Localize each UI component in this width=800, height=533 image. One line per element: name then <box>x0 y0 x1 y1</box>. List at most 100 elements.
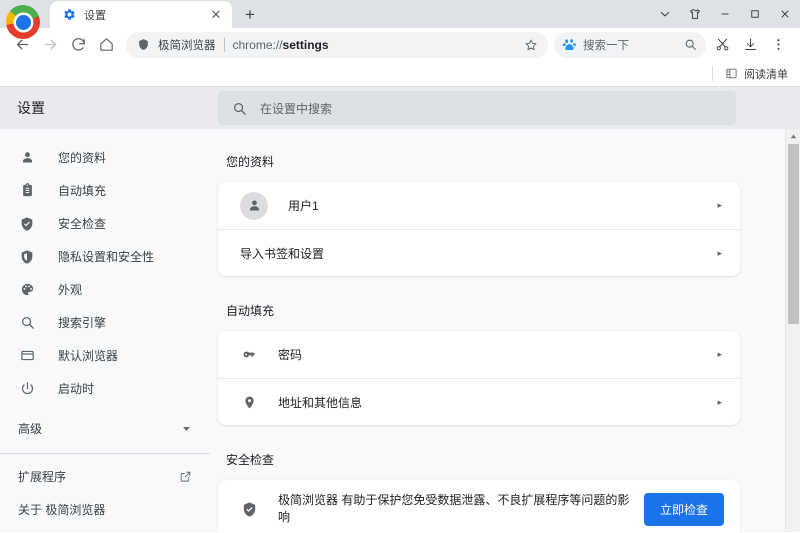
search-engine-box[interactable]: 搜索一下 <box>554 32 706 58</box>
bookmark-bar: 阅读清单 <box>0 61 800 87</box>
minimize-button[interactable] <box>710 0 740 28</box>
address-bar[interactable]: 极简浏览器 chrome://settings <box>126 32 548 58</box>
sidebar-item-search-engine[interactable]: 搜索引擎 <box>0 306 210 339</box>
sidebar-item-about[interactable]: 关于 极简浏览器 <box>0 493 210 526</box>
power-icon <box>18 380 36 398</box>
tab-title: 设置 <box>84 7 208 23</box>
tab-settings[interactable]: 设置 ✕ <box>50 1 232 28</box>
browser-logo <box>0 0 46 28</box>
bookmark-star-icon[interactable] <box>520 34 542 56</box>
sidebar-item-default-browser[interactable]: 默认浏览器 <box>0 339 210 372</box>
row-label: 导入书签和设置 <box>240 245 324 262</box>
sidebar-item-label: 外观 <box>58 281 82 298</box>
reload-button[interactable] <box>64 31 92 59</box>
sidebar-item-label: 您的资料 <box>58 149 106 166</box>
row-label: 用户1 <box>288 197 319 214</box>
person-icon <box>18 149 36 167</box>
row-user[interactable]: 用户1 ▸ <box>218 182 740 229</box>
safety-check-row: 极简浏览器 有助于保护您免受数据泄露、不良扩展程序等问题的影响 立即检查 <box>218 480 740 532</box>
shield-check-icon <box>18 215 36 233</box>
section-title: 您的资料 <box>226 153 740 170</box>
forward-button[interactable] <box>36 31 64 59</box>
row-import-bookmarks[interactable]: 导入书签和设置 ▸ <box>218 229 740 276</box>
key-icon <box>240 346 258 364</box>
browser-toolbar: 极简浏览器 chrome://settings 搜索一下 <box>0 28 800 61</box>
safety-check-card: 极简浏览器 有助于保护您免受数据泄露、不良扩展程序等问题的影响 立即检查 <box>218 480 740 532</box>
omnibox-url-scheme: chrome:// <box>233 38 283 52</box>
sidebar-item-autofill[interactable]: 自动填充 <box>0 174 210 207</box>
new-tab-button[interactable]: + <box>236 0 264 28</box>
cut-tool-icon[interactable] <box>708 31 736 59</box>
tab-strip: 设置 ✕ + <box>0 0 800 28</box>
sidebar-item-label: 搜索引擎 <box>58 314 106 331</box>
row-addresses[interactable]: 地址和其他信息 ▸ <box>218 378 740 425</box>
search-input[interactable]: 在设置中搜索 <box>218 91 736 125</box>
content-scrollbar[interactable] <box>785 129 800 532</box>
scroll-up-arrow-icon[interactable] <box>786 129 800 144</box>
external-link-icon <box>179 470 192 483</box>
search-icon[interactable] <box>682 37 698 53</box>
omnibox-brand: 极简浏览器 <box>158 37 216 53</box>
check-now-button[interactable]: 立即检查 <box>644 493 724 526</box>
section-title: 自动填充 <box>226 302 740 319</box>
menu-icon[interactable] <box>764 31 792 59</box>
sidebar-item-safety-check[interactable]: 安全检查 <box>0 207 210 240</box>
safety-check-description: 极简浏览器 有助于保护您免受数据泄露、不良扩展程序等问题的影响 <box>278 492 630 526</box>
autofill-card: 密码 ▸ 地址和其他信息 ▸ <box>218 331 740 425</box>
sidebar-item-advanced[interactable]: 高级 <box>0 412 210 445</box>
chevron-down-icon[interactable] <box>650 0 680 28</box>
download-icon[interactable] <box>736 31 764 59</box>
scrollbar-thumb[interactable] <box>788 144 799 324</box>
window-controls <box>650 0 800 28</box>
chevron-right-icon: ▸ <box>717 200 722 211</box>
row-label: 地址和其他信息 <box>278 394 362 411</box>
settings-title: 设置 <box>0 87 210 129</box>
search-placeholder: 搜索一下 <box>583 37 682 53</box>
settings-content: 您的资料 用户1 ▸ 导入书签和设置 ▸ <box>210 129 800 532</box>
chevron-right-icon: ▸ <box>717 349 722 360</box>
sidebar-item-label: 自动填充 <box>58 182 106 199</box>
sidebar-item-extensions[interactable]: 扩展程序 <box>0 460 210 493</box>
location-pin-icon <box>240 393 258 411</box>
sidebar-item-label: 关于 极简浏览器 <box>18 501 105 518</box>
sidebar-item-label: 默认浏览器 <box>58 347 118 364</box>
section-title: 安全检查 <box>226 451 740 468</box>
home-button[interactable] <box>92 31 120 59</box>
close-button[interactable] <box>770 0 800 28</box>
sidebar-item-privacy[interactable]: 隐私设置和安全性 <box>0 240 210 273</box>
sidebar-item-label: 扩展程序 <box>18 468 66 485</box>
omnibox-url[interactable]: chrome://settings <box>233 38 521 52</box>
close-icon[interactable]: ✕ <box>208 7 224 23</box>
shield-check-icon <box>240 500 258 518</box>
theme-shirt-icon[interactable] <box>680 0 710 28</box>
browser-window-icon <box>18 347 36 365</box>
row-passwords[interactable]: 密码 ▸ <box>218 331 740 378</box>
maximize-button[interactable] <box>740 0 770 28</box>
sidebar-item-profile[interactable]: 您的资料 <box>0 141 210 174</box>
chevron-down-icon <box>181 423 192 434</box>
settings-main: 在设置中搜索 您的资料 用户1 ▸ <box>210 87 800 532</box>
chrome-logo-icon <box>6 5 40 39</box>
avatar <box>240 192 268 220</box>
reading-list-button[interactable]: 阅读清单 <box>721 64 792 84</box>
search-placeholder: 在设置中搜索 <box>260 100 332 117</box>
sidebar-item-label: 隐私设置和安全性 <box>58 248 154 265</box>
reading-list-label: 阅读清单 <box>744 66 788 82</box>
shield-icon <box>136 37 151 52</box>
sidebar-item-label: 安全检查 <box>58 215 106 232</box>
chevron-right-icon: ▸ <box>717 397 722 408</box>
bookmark-bar-separator <box>712 66 713 81</box>
settings-nav: 您的资料 自动填充 安全检查 隐私设置和安全性 <box>0 129 210 526</box>
section-profile: 您的资料 用户1 ▸ 导入书签和设置 ▸ <box>218 153 740 276</box>
search-icon <box>232 101 247 116</box>
baidu-paw-icon <box>561 37 577 53</box>
sidebar-divider <box>0 453 210 454</box>
palette-icon <box>18 281 36 299</box>
gear-icon <box>62 8 76 22</box>
sidebar-item-appearance[interactable]: 外观 <box>0 273 210 306</box>
section-safety-check: 安全检查 极简浏览器 有助于保护您免受数据泄露、不良扩展程序等问题的影响 立即检… <box>218 451 740 532</box>
clipboard-icon <box>18 182 36 200</box>
sidebar-item-on-startup[interactable]: 启动时 <box>0 372 210 405</box>
omnibox-separator <box>224 38 225 52</box>
settings-search-bar: 在设置中搜索 <box>210 87 800 129</box>
